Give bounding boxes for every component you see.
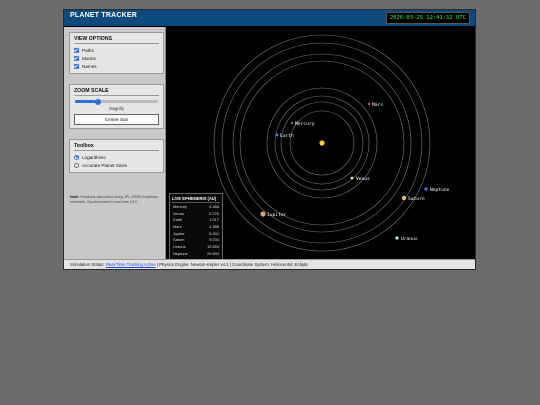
live-ephemeris-panel: LIVE EPHEMERIS (AU) Mercury 0.466 Venus 0.7… — [169, 193, 223, 259]
zoom-slider-thumb[interactable] — [95, 98, 102, 105]
center-sun-button[interactable]: Center Sun — [74, 114, 159, 125]
neptune-label: Neptune — [430, 187, 450, 193]
ephemeris-table: Mercury 0.466 Venus 0.720 Earth 1.017 Mars 1.38… — [172, 204, 220, 258]
data-source-note: Note: Positions calculated using JPL J20… — [70, 195, 160, 204]
ephemeris-planet-name: Mercury — [173, 204, 188, 209]
accurate-sizes-option[interactable]: Accurate Planet Sizes — [74, 161, 159, 169]
zoom-slider[interactable] — [75, 98, 158, 105]
ephemeris-planet-name: Mars — [173, 224, 182, 230]
earth-label: Earth — [280, 133, 294, 139]
ephemeris-planet-name: Jupiter — [173, 230, 185, 236]
zoom-slider-label: Magnify — [109, 106, 124, 111]
ephemeris-planet-name: Venus — [173, 210, 184, 216]
planet-jupiter[interactable]: Jupiter — [260, 211, 287, 218]
mars-label: Mars — [372, 102, 383, 108]
moons-option[interactable]: Moons — [74, 54, 159, 62]
paths-option[interactable]: Paths — [74, 46, 159, 54]
mercury-marker[interactable] — [291, 122, 293, 124]
earth-marker[interactable] — [275, 133, 279, 137]
ephemeris-distance: 1.017 — [209, 217, 219, 223]
sun[interactable] — [319, 140, 325, 146]
ephemeris-row: Uranus 19.653 — [172, 244, 220, 251]
jupiter-label: Jupiter — [267, 212, 287, 218]
status-prefix: Simulation Status: — [70, 262, 105, 267]
saturn-label: Saturn — [408, 196, 425, 202]
saturn-marker[interactable] — [401, 195, 407, 201]
planet-saturn[interactable]: Saturn — [401, 195, 425, 202]
toolbox-panel: Toolbox Logarithmic Accurate Planet Size… — [69, 139, 164, 173]
ephemeris-planet-name: Uranus — [173, 244, 186, 250]
accurate-sizes-radio[interactable] — [74, 162, 79, 168]
note-text: Positions calculated using JPL J2000 Kep… — [70, 195, 158, 204]
planet-mercury[interactable]: Mercury — [291, 121, 315, 127]
names-label: Names — [82, 63, 97, 69]
accurate-sizes-label: Accurate Planet Sizes — [82, 162, 127, 168]
ephemeris-planet-name: Saturn — [173, 237, 185, 243]
venus-marker[interactable] — [350, 176, 354, 180]
ephemeris-row: Mars 1.386 — [172, 224, 220, 231]
planet-venus[interactable]: Venus — [350, 176, 370, 182]
moons-checkbox[interactable] — [74, 55, 79, 61]
zoom-scale-panel: ZOOM SCALE Magnify Center Sun — [69, 84, 164, 129]
toolbox-title: Toolbox — [74, 143, 159, 151]
logarithmic-label: Logarithmic — [82, 154, 106, 160]
app-title: PLANET TRACKER — [70, 12, 137, 19]
ephemeris-distance: 19.653 — [207, 244, 219, 250]
planet-neptune[interactable]: Neptune — [424, 187, 450, 193]
tracking-status-link[interactable]: Real-Time Tracking Active — [106, 262, 156, 267]
zoom-scale-title: ZOOM SCALE — [74, 88, 159, 96]
logarithmic-option[interactable]: Logarithmic — [74, 153, 159, 161]
view-options-title: VIEW OPTIONS — [74, 36, 159, 44]
paths-label: Paths — [82, 47, 94, 53]
venus-label: Venus — [356, 176, 370, 182]
mars-marker[interactable] — [367, 102, 371, 106]
ephemeris-row: Jupiter 5.301 — [172, 231, 220, 238]
ephemeris-distance: 29.802 — [207, 250, 219, 256]
paths-checkbox[interactable] — [74, 47, 79, 53]
sidebar: VIEW OPTIONS Paths Moons Names ZOOM SCAL… — [64, 27, 166, 259]
planet-earth[interactable]: Earth — [275, 133, 294, 139]
mercury-label: Mercury — [295, 121, 315, 127]
moons-label: Moons — [82, 55, 96, 61]
logarithmic-radio[interactable] — [74, 154, 79, 160]
title-bar: PLANET TRACKER 2026-03-25 12:41:12 UTC — [64, 10, 475, 27]
ephemeris-row: Venus 0.720 — [172, 211, 220, 218]
view-options-panel: VIEW OPTIONS Paths Moons Names — [69, 32, 164, 74]
status-details: | Physics Engine: Newton-Kepler v4.2 | C… — [156, 262, 309, 267]
names-option[interactable]: Names — [74, 62, 159, 70]
planet-tracker-window: PLANET TRACKER 2026-03-25 12:41:12 UTC V… — [63, 9, 476, 270]
uranus-marker[interactable] — [395, 236, 399, 240]
ephemeris-title: LIVE EPHEMERIS (AU) — [172, 196, 220, 203]
ephemeris-distance: 0.466 — [209, 204, 219, 209]
jupiter-marker[interactable] — [260, 211, 266, 217]
ephemeris-distance: 0.720 — [209, 210, 219, 216]
solar-system-viewport[interactable]: Mercury Venus Earth Mars Jupiter Saturn — [166, 27, 475, 259]
utc-clock: 2026-03-25 12:41:12 UTC — [385, 12, 470, 24]
ephemeris-distance: 1.386 — [209, 224, 219, 230]
uranus-label: Uranus — [401, 236, 418, 242]
status-bar: Simulation Status: Real-Time Tracking Ac… — [64, 259, 475, 269]
ephemeris-row: Mercury 0.466 — [172, 204, 220, 211]
ephemeris-planet-name: Earth — [173, 217, 183, 223]
planet-mars[interactable]: Mars — [367, 102, 383, 108]
ephemeris-row: Earth 1.017 — [172, 217, 220, 224]
neptune-marker[interactable] — [424, 187, 428, 191]
ephemeris-row: Saturn 9.031 — [172, 237, 220, 244]
ephemeris-row: Neptune 29.802 — [172, 251, 220, 258]
ephemeris-planet-name: Neptune — [173, 250, 188, 256]
planet-uranus[interactable]: Uranus — [395, 236, 418, 242]
names-checkbox[interactable] — [74, 63, 79, 69]
ephemeris-distance: 5.301 — [209, 230, 219, 236]
ephemeris-distance: 9.031 — [209, 237, 219, 243]
note-label: Note: — [70, 195, 80, 199]
